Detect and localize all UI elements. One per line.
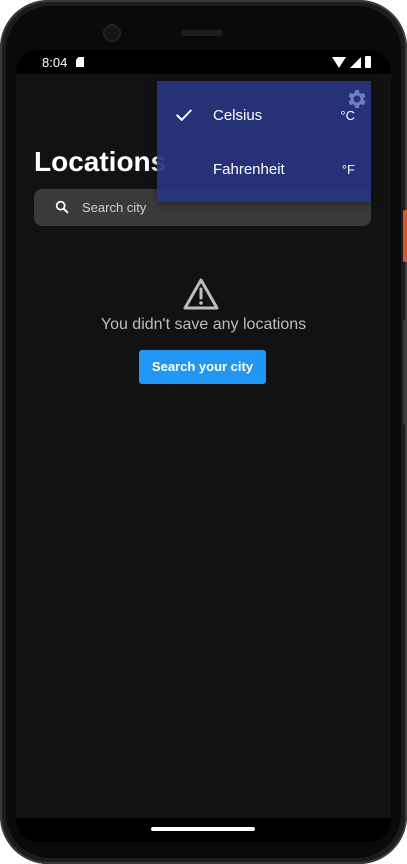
empty-state-message: You didn't save any locations xyxy=(100,316,307,333)
status-bar: 8:04 xyxy=(16,50,391,74)
sd-card-icon xyxy=(76,57,84,67)
volume-button xyxy=(403,320,407,425)
earpiece-speaker xyxy=(181,30,223,36)
battery-icon xyxy=(365,56,371,68)
page-title: Locations xyxy=(34,146,167,177)
cell-signal-icon xyxy=(350,56,361,68)
navigation-bar xyxy=(16,818,391,842)
menu-item-label: Celsius xyxy=(213,107,263,124)
temperature-unit-menu: Celsius °C Fahrenheit °F xyxy=(157,81,371,202)
check-icon xyxy=(176,109,192,121)
gear-icon[interactable] xyxy=(345,87,369,111)
search-city-button[interactable]: Search your city xyxy=(139,350,266,384)
power-button xyxy=(403,210,407,262)
search-placeholder: Search city xyxy=(82,200,147,215)
phone-frame: 8:04 Locations Search city You didn't sa… xyxy=(0,0,407,864)
menu-item-unit: °F xyxy=(341,162,355,177)
warning-triangle-icon xyxy=(183,278,219,310)
menu-item-fahrenheit[interactable]: Fahrenheit °F xyxy=(157,142,371,196)
status-icons xyxy=(332,56,371,68)
app-screen: 8:04 Locations Search city You didn't sa… xyxy=(16,50,391,842)
search-icon xyxy=(55,200,69,214)
wifi-icon xyxy=(332,56,346,68)
menu-item-label: Fahrenheit xyxy=(213,161,285,178)
front-camera xyxy=(103,24,121,42)
home-gesture-handle[interactable] xyxy=(151,827,255,831)
status-time: 8:04 xyxy=(42,55,68,70)
menu-item-celsius[interactable]: Celsius °C xyxy=(157,88,371,142)
